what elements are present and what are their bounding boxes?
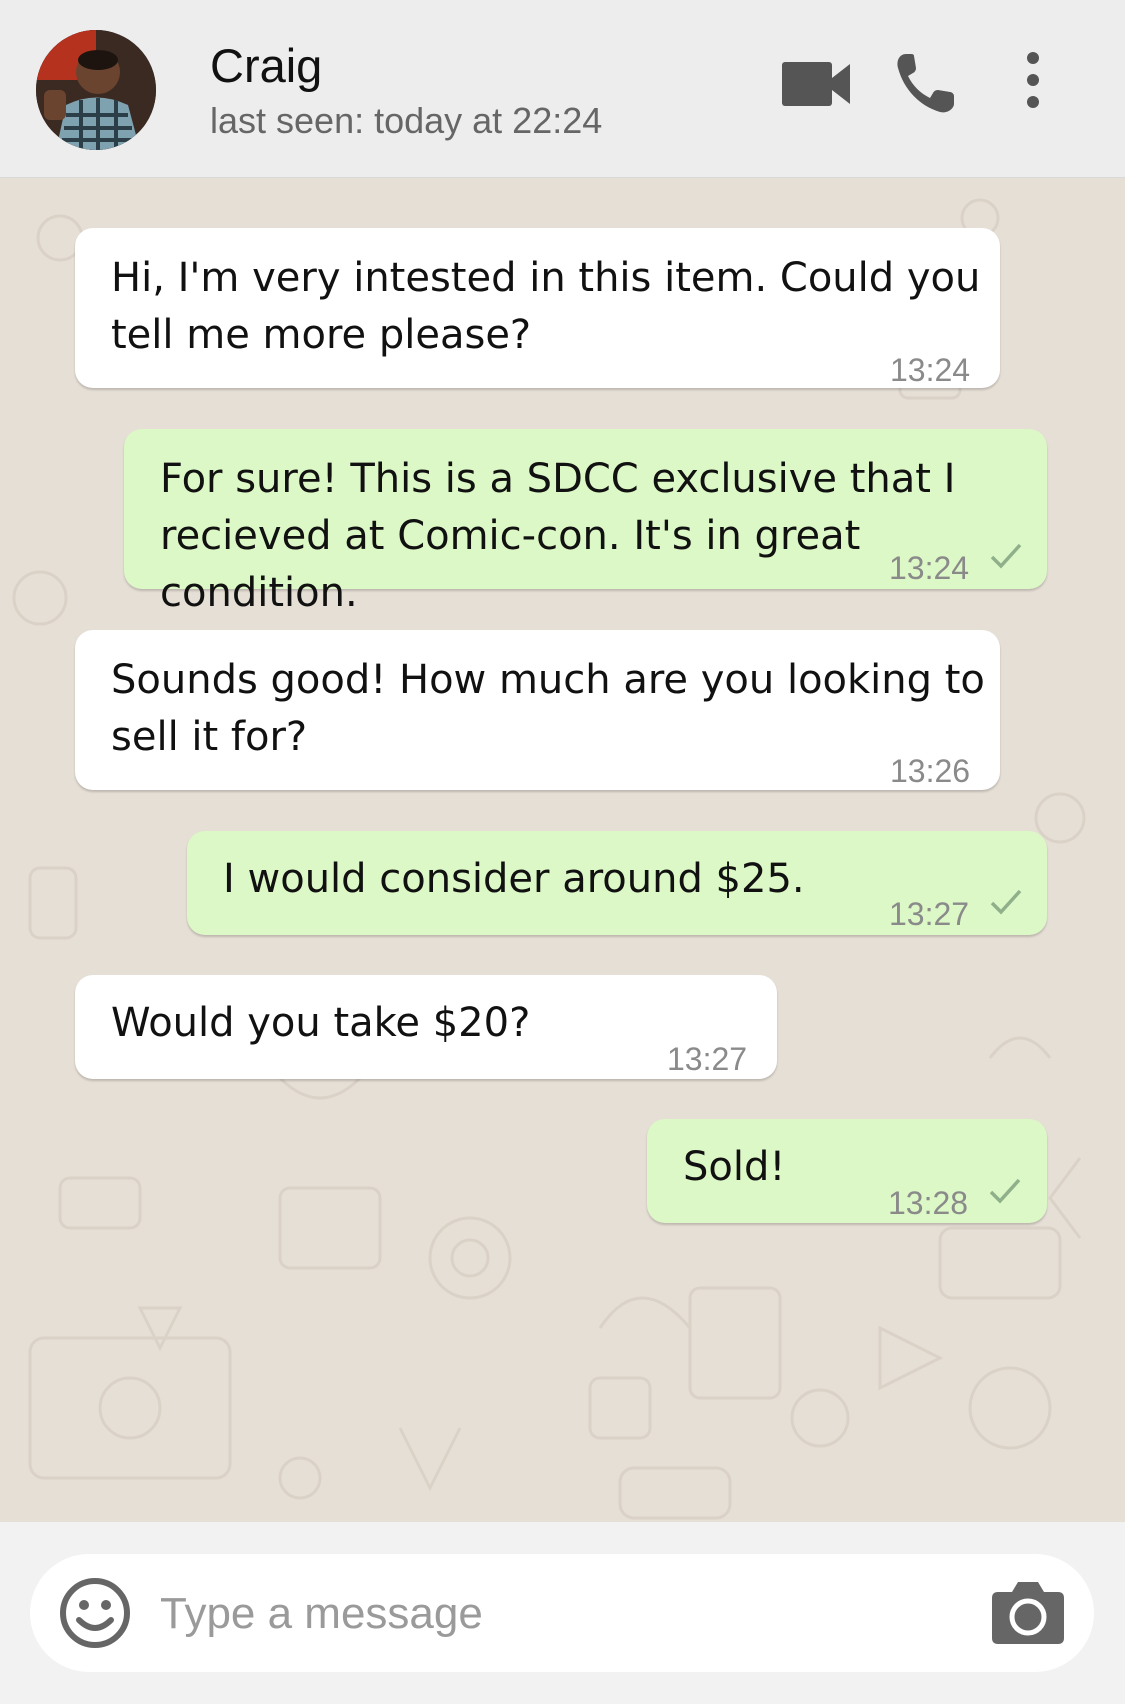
message-text: Would you take $20? [111,1000,531,1046]
sent-check-icon [990,543,1022,569]
message-time: 13:27 [889,896,970,932]
composer-bar [0,1522,1125,1704]
message-list[interactable]: Hi, I'm very intested in this item. Coul… [0,178,1125,1522]
message-time: 13:28 [888,1185,969,1221]
emoji-icon[interactable] [58,1576,132,1650]
message-bubble-outgoing[interactable]: I would consider around $25. 13:27 [187,831,1047,935]
message-text: Hi, I'm very intested in this item. Coul… [111,255,981,358]
message-text: Sold! [683,1144,786,1190]
last-seen-status: last seen: today at 22:24 [210,100,603,141]
message-time: 13:26 [890,753,971,789]
message-bubble-incoming[interactable]: Sounds good! How much are you looking to… [75,630,1000,790]
message-time: 13:24 [890,352,971,388]
message-input[interactable] [158,1578,982,1650]
voice-call-icon[interactable] [892,48,956,118]
camera-icon[interactable] [990,1578,1066,1646]
message-bubble-outgoing[interactable]: For sure! This is a SDCC exclusive that … [124,429,1047,616]
message-time: 13:27 [667,1041,748,1077]
message-bubble-incoming[interactable]: Hi, I'm very intested in this item. Coul… [75,228,1000,388]
video-call-icon[interactable] [780,48,852,118]
chat-screen: Craig last seen: today at 22:24 Hi, I'm … [0,0,1125,1704]
message-bubble-incoming[interactable]: Would you take $20? 13:27 [75,975,777,1079]
message-bubble-outgoing[interactable]: Sold! 13:28 [647,1119,1047,1223]
contact-name[interactable]: Craig [210,38,322,93]
avatar[interactable] [36,30,156,150]
chat-header: Craig last seen: today at 22:24 [0,0,1125,178]
message-composer [30,1554,1094,1672]
sent-check-icon [989,1178,1021,1204]
message-text: I would consider around $25. [223,856,805,902]
message-time: 13:24 [889,550,970,586]
sent-check-icon [990,889,1022,915]
message-text: Sounds good! How much are you looking to… [111,657,985,760]
more-menu-icon[interactable] [1018,48,1048,118]
